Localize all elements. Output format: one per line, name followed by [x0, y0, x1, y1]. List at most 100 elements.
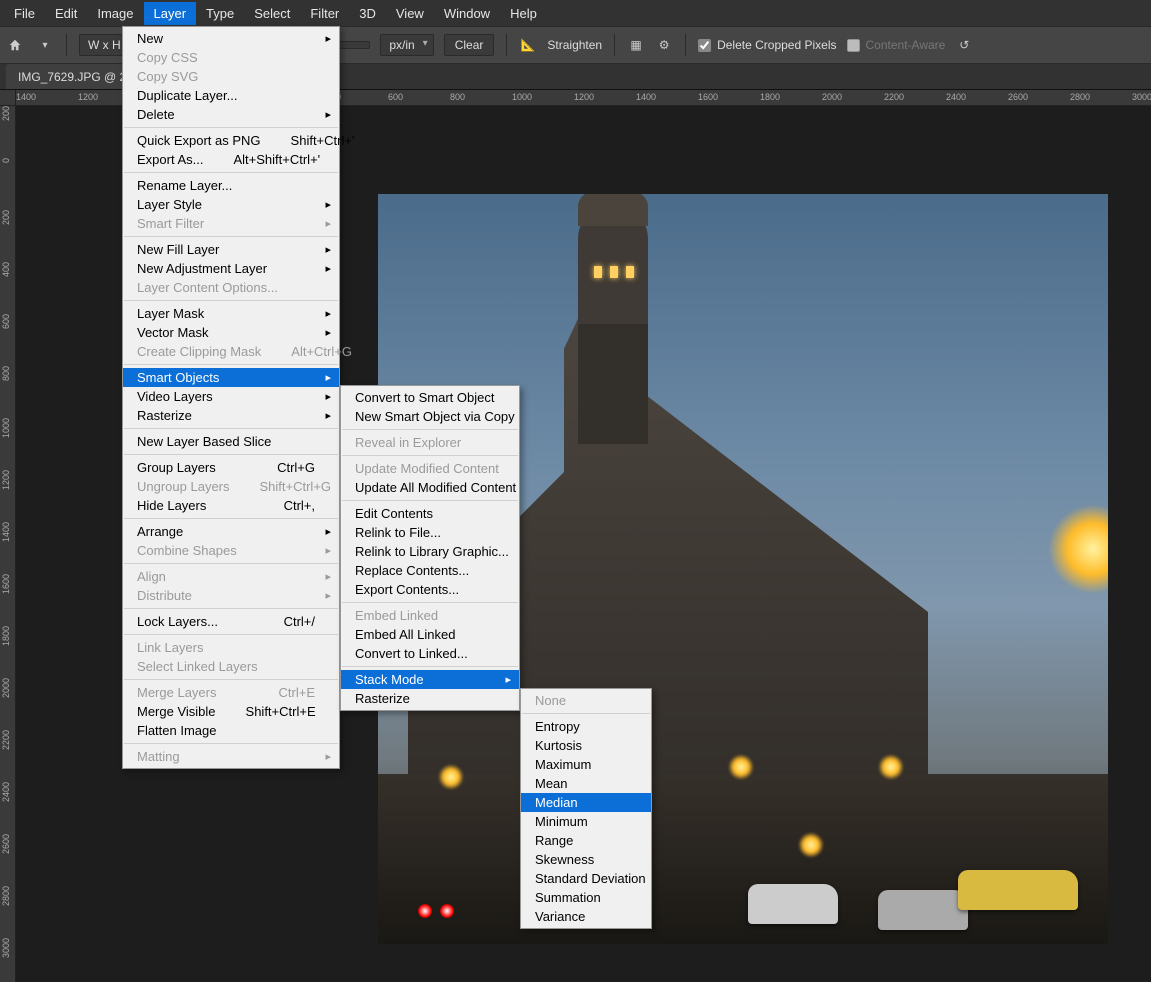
menubar-item-window[interactable]: Window — [434, 2, 500, 25]
gear-icon[interactable]: ⚙ — [655, 36, 673, 54]
layer-menu-rasterize[interactable]: Rasterize — [123, 406, 339, 425]
crop-unit-dropdown[interactable]: px/in — [380, 34, 433, 56]
ruler-origin[interactable] — [0, 90, 16, 106]
reset-icon[interactable]: ↺ — [955, 36, 973, 54]
chevron-down-icon[interactable]: ▾ — [36, 36, 54, 54]
menubar-item-image[interactable]: Image — [87, 2, 143, 25]
layer-menu[interactable]: NewCopy CSSCopy SVGDuplicate Layer...Del… — [122, 26, 340, 769]
menu-item-label: Video Layers — [137, 389, 213, 404]
layer-menu-quick-export-as-png[interactable]: Quick Export as PNGShift+Ctrl+' — [123, 131, 339, 150]
image-streetlamp — [878, 754, 904, 780]
separator — [614, 34, 615, 56]
ruler-tick: 1600 — [698, 92, 718, 102]
menubar-item-help[interactable]: Help — [500, 2, 547, 25]
smart-objects-update-all-modified-content[interactable]: Update All Modified Content — [341, 478, 519, 497]
stack-mode-kurtosis[interactable]: Kurtosis — [521, 736, 651, 755]
menu-item-label: Embed Linked — [355, 608, 438, 623]
stack-mode-range[interactable]: Range — [521, 831, 651, 850]
layer-menu-video-layers[interactable]: Video Layers — [123, 387, 339, 406]
stack-mode-variance[interactable]: Variance — [521, 907, 651, 926]
smart-objects-stack-mode[interactable]: Stack Mode — [341, 670, 519, 689]
ruler-vertical[interactable]: 2000200400600800100012001400160018002000… — [0, 106, 16, 982]
layer-menu-rename-layer[interactable]: Rename Layer... — [123, 176, 339, 195]
stack-mode-minimum[interactable]: Minimum — [521, 812, 651, 831]
smart-objects-relink-to-library-graphic[interactable]: Relink to Library Graphic... — [341, 542, 519, 561]
stack-mode-mean[interactable]: Mean — [521, 774, 651, 793]
menubar-item-select[interactable]: Select — [244, 2, 300, 25]
layer-menu-layer-mask[interactable]: Layer Mask — [123, 304, 339, 323]
ruler-tick: 1600 — [1, 574, 11, 594]
ruler-tick: 2000 — [822, 92, 842, 102]
smart-objects-submenu[interactable]: Convert to Smart ObjectNew Smart Object … — [340, 385, 520, 711]
stack-mode-submenu[interactable]: NoneEntropyKurtosisMaximumMeanMedianMini… — [520, 688, 652, 929]
stack-mode-median[interactable]: Median — [521, 793, 651, 812]
menu-item-label: Copy CSS — [137, 50, 198, 65]
stack-mode-maximum[interactable]: Maximum — [521, 755, 651, 774]
smart-objects-edit-contents[interactable]: Edit Contents — [341, 504, 519, 523]
layer-menu-group-layers[interactable]: Group LayersCtrl+G — [123, 458, 339, 477]
stack-mode-skewness[interactable]: Skewness — [521, 850, 651, 869]
layer-menu-create-clipping-mask: Create Clipping MaskAlt+Ctrl+G — [123, 342, 339, 361]
content-aware-checkbox[interactable]: Content-Aware — [847, 38, 946, 52]
stack-mode-standard-deviation[interactable]: Standard Deviation — [521, 869, 651, 888]
stack-mode-summation[interactable]: Summation — [521, 888, 651, 907]
smart-objects-convert-to-smart-object[interactable]: Convert to Smart Object — [341, 388, 519, 407]
menubar-item-type[interactable]: Type — [196, 2, 244, 25]
layer-menu-merge-visible[interactable]: Merge VisibleShift+Ctrl+E — [123, 702, 339, 721]
menu-item-label: Entropy — [535, 719, 580, 734]
straighten-label[interactable]: Straighten — [547, 38, 602, 52]
menu-item-label: Export As... — [137, 152, 203, 167]
clear-button[interactable]: Clear — [444, 34, 495, 56]
layer-menu-export-as[interactable]: Export As...Alt+Shift+Ctrl+' — [123, 150, 339, 169]
smart-objects-reveal-in-explorer: Reveal in Explorer — [341, 433, 519, 452]
layer-menu-merge-layers: Merge LayersCtrl+E — [123, 683, 339, 702]
menubar-item-view[interactable]: View — [386, 2, 434, 25]
layer-menu-delete[interactable]: Delete — [123, 105, 339, 124]
layer-menu-new[interactable]: New — [123, 29, 339, 48]
layer-menu-new-layer-based-slice[interactable]: New Layer Based Slice — [123, 432, 339, 451]
smart-objects-rasterize[interactable]: Rasterize — [341, 689, 519, 708]
menu-item-label: Range — [535, 833, 573, 848]
menubar-item-3d[interactable]: 3D — [349, 2, 386, 25]
image-tower — [578, 204, 648, 444]
smart-objects-embed-linked: Embed Linked — [341, 606, 519, 625]
menu-item-label: Matting — [137, 749, 180, 764]
menu-item-label: Summation — [535, 890, 601, 905]
straighten-icon[interactable]: 📐 — [519, 36, 537, 54]
menubar-item-filter[interactable]: Filter — [300, 2, 349, 25]
layer-menu-duplicate-layer[interactable]: Duplicate Layer... — [123, 86, 339, 105]
layer-menu-hide-layers[interactable]: Hide LayersCtrl+, — [123, 496, 339, 515]
smart-objects-new-smart-object-via-copy[interactable]: New Smart Object via Copy — [341, 407, 519, 426]
menubar-item-layer[interactable]: Layer — [144, 2, 197, 25]
delete-cropped-input[interactable] — [698, 39, 711, 52]
ruler-tick: 2600 — [1, 834, 11, 854]
smart-objects-convert-to-linked[interactable]: Convert to Linked... — [341, 644, 519, 663]
overlay-grid-icon[interactable]: ▦ — [627, 36, 645, 54]
layer-menu-vector-mask[interactable]: Vector Mask — [123, 323, 339, 342]
layer-menu-new-adjustment-layer[interactable]: New Adjustment Layer — [123, 259, 339, 278]
layer-menu-layer-style[interactable]: Layer Style — [123, 195, 339, 214]
menu-item-label: Median — [535, 795, 578, 810]
menubar-item-edit[interactable]: Edit — [45, 2, 87, 25]
layer-menu-new-fill-layer[interactable]: New Fill Layer — [123, 240, 339, 259]
stack-mode-entropy[interactable]: Entropy — [521, 717, 651, 736]
menu-item-label: Rasterize — [355, 691, 410, 706]
smart-objects-embed-all-linked[interactable]: Embed All Linked — [341, 625, 519, 644]
ruler-tick: 1400 — [1, 522, 11, 542]
smart-objects-replace-contents[interactable]: Replace Contents... — [341, 561, 519, 580]
layer-menu-smart-objects[interactable]: Smart Objects — [123, 368, 339, 387]
ruler-tick: 2200 — [884, 92, 904, 102]
smart-objects-export-contents[interactable]: Export Contents... — [341, 580, 519, 599]
menubar-item-file[interactable]: File — [4, 2, 45, 25]
delete-cropped-checkbox[interactable]: Delete Cropped Pixels — [698, 38, 836, 52]
ruler-tick: 2200 — [1, 730, 11, 750]
layer-menu-link-layers: Link Layers — [123, 638, 339, 657]
image-car — [958, 870, 1078, 910]
home-icon[interactable] — [8, 36, 26, 54]
layer-menu-arrange[interactable]: Arrange — [123, 522, 339, 541]
ruler-tick: 200 — [1, 210, 11, 225]
smart-objects-relink-to-file[interactable]: Relink to File... — [341, 523, 519, 542]
layer-menu-lock-layers[interactable]: Lock Layers...Ctrl+/ — [123, 612, 339, 631]
menu-item-label: Minimum — [535, 814, 588, 829]
layer-menu-flatten-image[interactable]: Flatten Image — [123, 721, 339, 740]
